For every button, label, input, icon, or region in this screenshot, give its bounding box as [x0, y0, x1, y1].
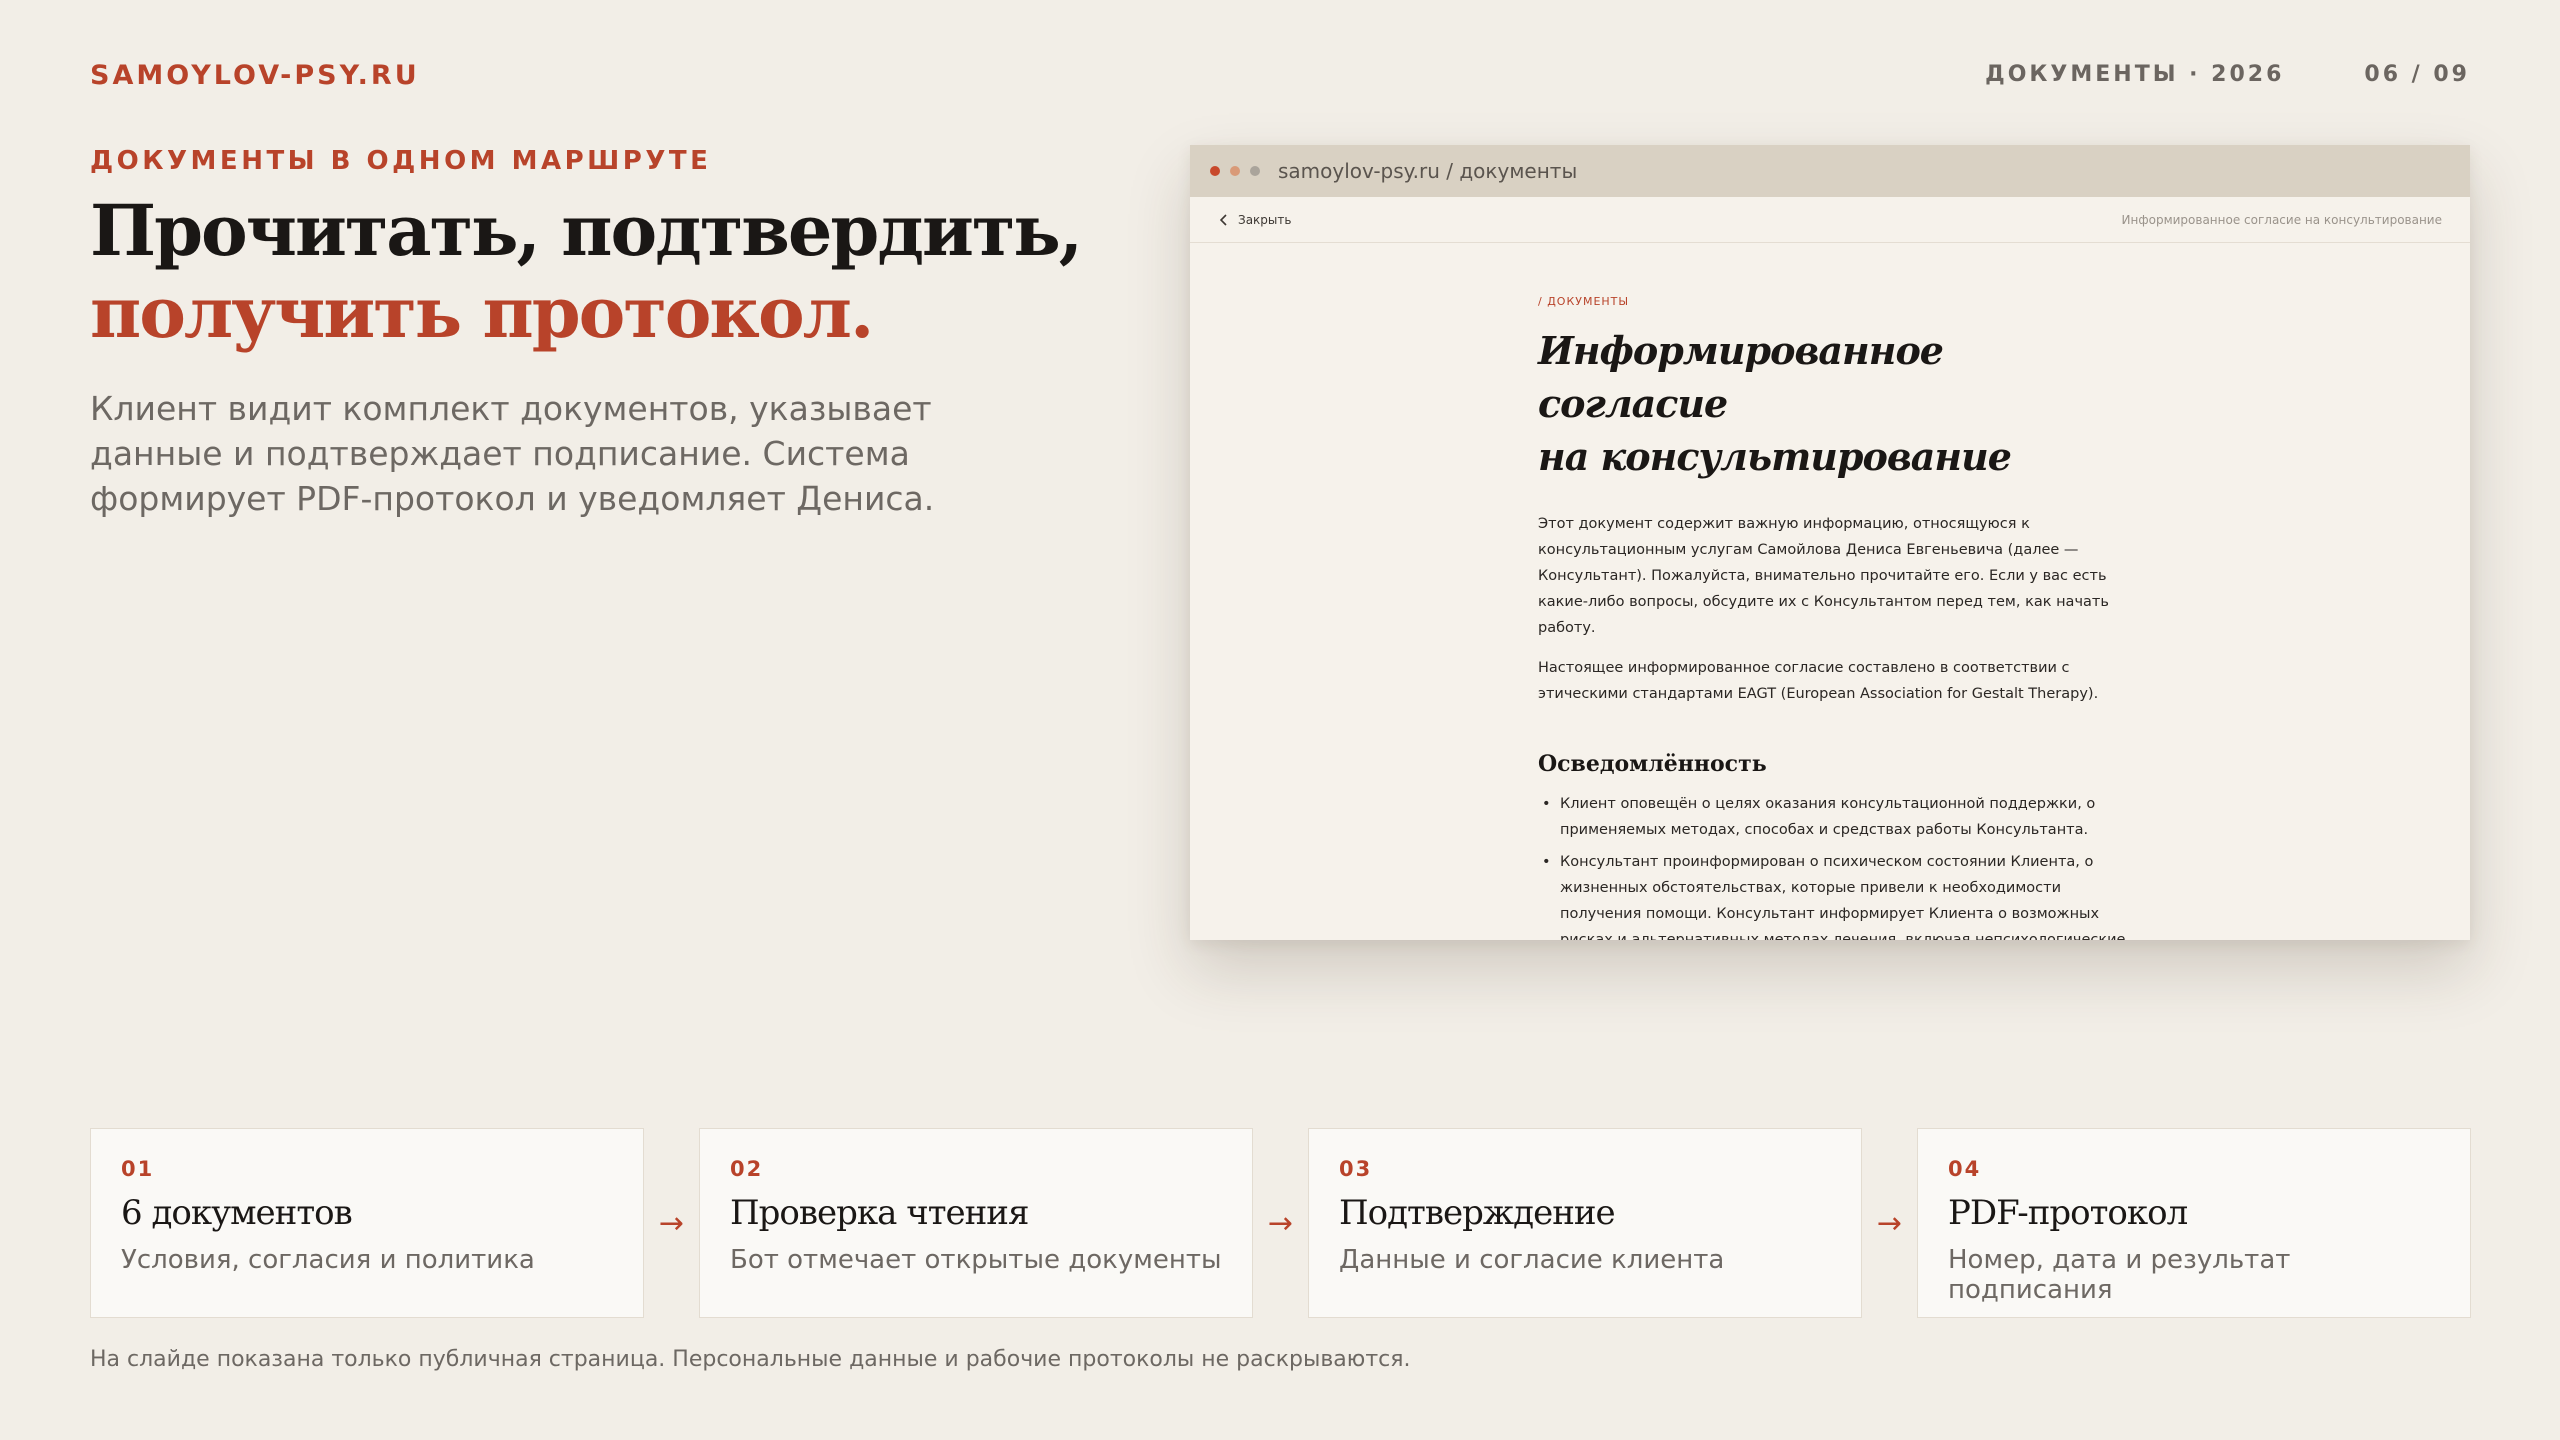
step-card: 04 PDF-протокол Номер, дата и результат …	[1917, 1128, 2471, 1318]
headline: Прочитать, подтвердить, получить протоко…	[90, 189, 1083, 354]
step-title: PDF-протокол	[1948, 1193, 2188, 1233]
document-bullet-list: Клиент оповещён о целях оказания консуль…	[1538, 791, 2138, 940]
step-description: Данные и согласие клиента	[1339, 1245, 1725, 1275]
step-description: Бот отмечает открытые документы	[730, 1245, 1222, 1275]
close-link[interactable]: Закрыть	[1220, 213, 1291, 227]
document-body: / ДОКУМЕНТЫ Информированное согласие на …	[1538, 295, 2138, 940]
step-card: 02 Проверка чтения Бот отмечает открытые…	[699, 1128, 1253, 1318]
step-number: 04	[1948, 1157, 1982, 1181]
step-title: 6 документов	[121, 1193, 353, 1233]
list-item: Клиент оповещён о целях оказания консуль…	[1538, 791, 2138, 843]
step-title: Проверка чтения	[730, 1193, 1029, 1233]
lead-paragraph: Клиент видит комплект документов, указыв…	[90, 389, 935, 518]
document-kicker: / ДОКУМЕНТЫ	[1538, 295, 1630, 308]
step-number: 03	[1339, 1157, 1373, 1181]
step-description: Номер, дата и результат подписания	[1948, 1245, 2291, 1305]
close-window-dot[interactable]	[1210, 166, 1220, 176]
document-title-line2: на консультирование	[1538, 434, 2012, 479]
step-description: Условия, согласия и политика	[121, 1245, 535, 1275]
eyebrow: ДОКУМЕНТЫ В ОДНОМ МАРШРУТЕ	[90, 146, 712, 176]
step-card: 03 Подтверждение Данные и согласие клиен…	[1308, 1128, 1862, 1318]
headline-line1: Прочитать, подтвердить,	[90, 189, 1083, 272]
browser-window: samoylov-psy.ru / документы Закрыть Инфо…	[1190, 145, 2470, 940]
browser-toolbar: samoylov-psy.ru / документы	[1190, 145, 2470, 197]
document-name: Информированное согласие на консультиров…	[2121, 212, 2442, 227]
slide-meta: ДОКУМЕНТЫ · 2026 06 / 09	[1985, 62, 2470, 87]
page-counter: 06 / 09	[2364, 62, 2470, 87]
arrow-right-icon: →	[658, 1205, 685, 1241]
document-title-line1: Информированное согласие	[1538, 328, 1944, 426]
chevron-left-icon	[1220, 213, 1227, 226]
arrow-right-icon: →	[1876, 1205, 1903, 1241]
maximize-window-dot[interactable]	[1250, 166, 1260, 176]
document-topbar: Закрыть Информированное согласие на конс…	[1190, 197, 2470, 243]
document-section-heading: Осведомлённость	[1538, 751, 1767, 777]
footnote: На слайде показана только публичная стра…	[90, 1347, 1411, 1372]
brand-logo: SAMOYLOV-PSY.RU	[90, 60, 420, 91]
document-title: Информированное согласие на консультиров…	[1538, 324, 2138, 483]
arrow-right-icon: →	[1267, 1205, 1294, 1241]
document-paragraph: Настоящее информированное согласие соста…	[1538, 660, 2099, 702]
list-item: Консультант проинформирован о психическо…	[1538, 849, 2138, 940]
step-card: 01 6 документов Условия, согласия и поли…	[90, 1128, 644, 1318]
step-number: 02	[730, 1157, 764, 1181]
step-title: Подтверждение	[1339, 1193, 1616, 1233]
minimize-window-dot[interactable]	[1230, 166, 1240, 176]
address-bar[interactable]: samoylov-psy.ru / документы	[1278, 159, 1577, 183]
headline-line2: получить протокол.	[90, 271, 874, 354]
process-steps: 01 6 документов Условия, согласия и поли…	[90, 1128, 2471, 1318]
section-label: ДОКУМЕНТЫ · 2026	[1985, 62, 2285, 87]
step-number: 01	[121, 1157, 155, 1181]
close-label: Закрыть	[1238, 212, 1292, 227]
document-paragraph: Этот документ содержит важную информацию…	[1538, 516, 2109, 636]
